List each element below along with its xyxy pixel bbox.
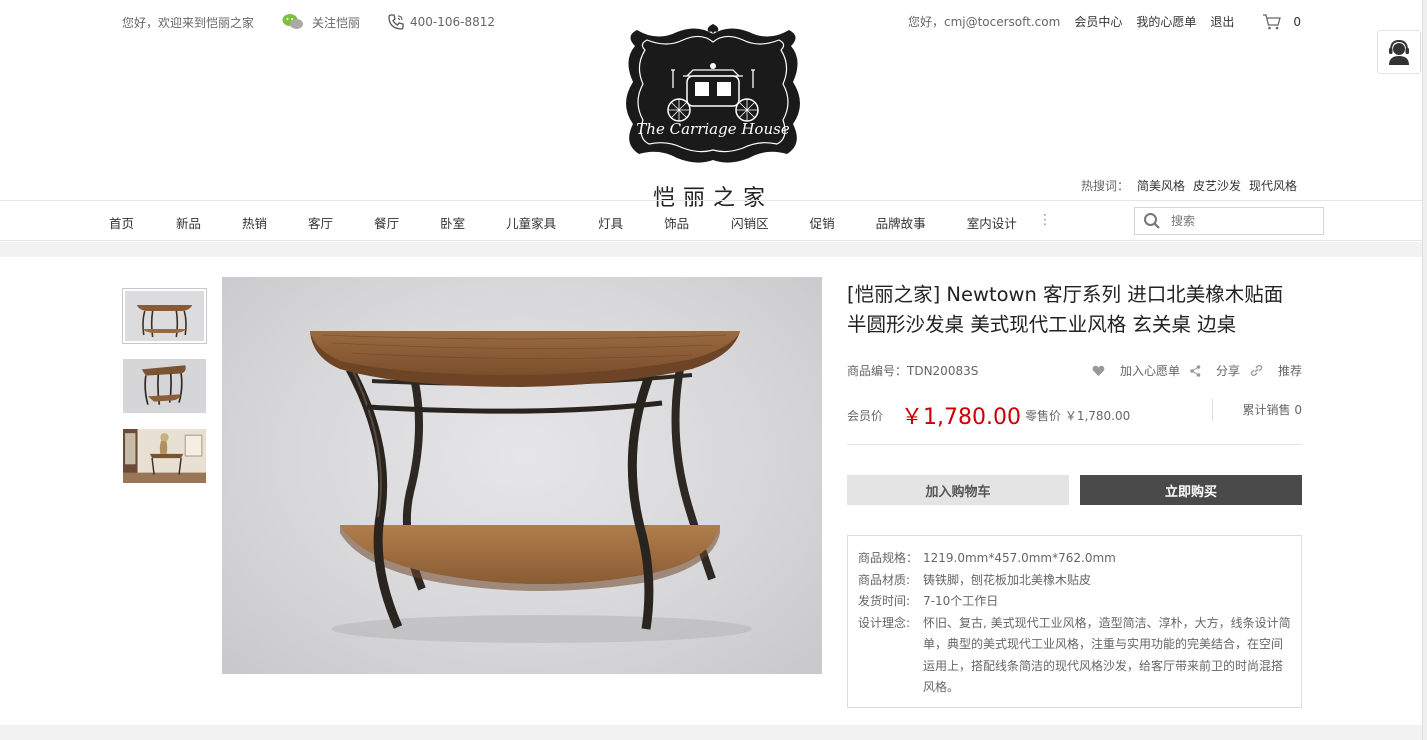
nav-item-bedroom[interactable]: 卧室 bbox=[440, 213, 465, 232]
hot-search-label: 热搜词： bbox=[1080, 179, 1129, 193]
member-center-link[interactable]: 会员中心 bbox=[1074, 13, 1122, 30]
headset-icon bbox=[1389, 39, 1409, 65]
main-nav: 首页 新品 热销 客厅 餐厅 卧室 儿童家具 灯具 饰品 闪销区 促销 品牌故事… bbox=[0, 200, 1422, 241]
topbar-left: 您好，欢迎来到恺丽之家 关注恺丽 400-106-8812 bbox=[122, 13, 523, 31]
sales-count: 累计销售 0 bbox=[1211, 399, 1302, 421]
spec-row: 设计理念: 怀旧、复古, 美式现代工业风格，造型简洁、淳朴，大方，线条设计简单，… bbox=[858, 615, 1291, 695]
heart-icon bbox=[1092, 365, 1105, 376]
window-scrollbar[interactable] bbox=[1422, 0, 1427, 740]
price-row: 会员价 ￥1,780.00 零售价 ￥1,780.00 累计销售 0 bbox=[847, 399, 1302, 445]
thumbnail-list bbox=[122, 288, 207, 498]
cart-icon bbox=[1263, 13, 1282, 29]
logout-link[interactable]: 退出 bbox=[1210, 13, 1234, 30]
member-price: ￥1,780.00 bbox=[901, 405, 1021, 430]
page: 您好，欢迎来到恺丽之家 关注恺丽 400-106-8812 您好，cmj@toc… bbox=[0, 0, 1427, 740]
nav-item-interior-design[interactable]: 室内设计 bbox=[967, 213, 1017, 232]
hot-search-term[interactable]: 现代风格 bbox=[1249, 177, 1297, 194]
link-icon bbox=[1250, 364, 1263, 377]
wishlist-link[interactable]: 我的心愿单 bbox=[1136, 13, 1196, 30]
thumbnail-2[interactable] bbox=[122, 358, 207, 414]
carriage-house-logo-emblem: The Carriage House bbox=[626, 24, 800, 163]
nav-item-flash-sale[interactable]: 闪销区 bbox=[731, 213, 769, 232]
spec-row: 商品规格： 1219.0mm*457.0mm*762.0mm bbox=[858, 551, 1116, 565]
nav-menu: 首页 新品 热销 客厅 餐厅 卧室 儿童家具 灯具 饰品 闪销区 促销 品牌故事… bbox=[109, 213, 1017, 232]
member-price-label: 会员价 bbox=[847, 409, 884, 423]
product-meta: 商品编号：TDN20083S 加入心愿单 分享 推荐 bbox=[847, 362, 1302, 379]
nav-item-hot[interactable]: 热销 bbox=[242, 213, 267, 232]
hot-search-term[interactable]: 皮艺沙发 bbox=[1193, 177, 1241, 194]
share-icon bbox=[1190, 364, 1201, 377]
product-info: [恺丽之家] Newtown 客厅系列 进口北美橡木贴面半圆形沙发桌 美式现代工… bbox=[847, 280, 1302, 708]
user-greeting: 您好，cmj@tocersoft.com bbox=[907, 15, 1061, 29]
footer-band bbox=[0, 725, 1422, 740]
console-table-image bbox=[310, 331, 752, 643]
hot-search: 热搜词： 简美风格 皮艺沙发 现代风格 bbox=[1081, 177, 1297, 194]
room-scene-thumbnail-image bbox=[123, 429, 206, 483]
nav-item-dining-room[interactable]: 餐厅 bbox=[374, 213, 399, 232]
wechat-icon bbox=[282, 14, 304, 29]
product-actions: 加入心愿单 分享 推荐 bbox=[1082, 362, 1302, 379]
cart-link[interactable]: 0 bbox=[1262, 13, 1301, 30]
table-thumbnail-image bbox=[125, 291, 204, 341]
hot-search-term[interactable]: 简美风格 bbox=[1137, 177, 1185, 194]
nav-item-decor[interactable]: 饰品 bbox=[664, 213, 689, 232]
nav-item-home[interactable]: 首页 bbox=[109, 213, 134, 232]
nav-item-lighting[interactable]: 灯具 bbox=[598, 213, 623, 232]
nav-item-living-room[interactable]: 客厅 bbox=[308, 213, 333, 232]
product-title: [恺丽之家] Newtown 客厅系列 进口北美橡木贴面半圆形沙发桌 美式现代工… bbox=[847, 283, 1284, 336]
product-sku: 商品编号：TDN20083S bbox=[847, 364, 979, 378]
nav-item-brand-story[interactable]: 品牌故事 bbox=[876, 213, 926, 232]
add-wishlist-button[interactable]: 加入心愿单 bbox=[1092, 362, 1180, 379]
spec-row: 发货时间: 7-10个工作日 bbox=[858, 594, 999, 608]
share-button[interactable]: 分享 bbox=[1190, 362, 1240, 379]
product-specs: 商品规格： 1219.0mm*457.0mm*762.0mm 商品材质: 铸铁脚… bbox=[847, 535, 1302, 708]
nav-item-kids[interactable]: 儿童家具 bbox=[506, 213, 556, 232]
topbar-right: 您好，cmj@tocersoft.com 会员中心 我的心愿单 退出 0 bbox=[908, 13, 1301, 30]
nav-item-new[interactable]: 新品 bbox=[176, 213, 201, 232]
purchase-buttons: 加入购物车 立即购买 bbox=[847, 475, 1302, 505]
search-input[interactable] bbox=[1171, 214, 1311, 228]
add-to-cart-button[interactable]: 加入购物车 bbox=[847, 475, 1069, 505]
search-box bbox=[1134, 207, 1324, 235]
search-icon bbox=[1144, 213, 1160, 229]
follow-wechat-link[interactable]: 关注恺丽 bbox=[282, 13, 360, 31]
customer-service-button[interactable] bbox=[1377, 30, 1421, 74]
recommend-button[interactable]: 推荐 bbox=[1250, 362, 1302, 379]
nav-item-promotion[interactable]: 促销 bbox=[810, 213, 835, 232]
spec-row: 商品材质: 铸铁脚，刨花板加北美橡木贴皮 bbox=[858, 572, 1092, 587]
section-divider bbox=[0, 242, 1422, 257]
cart-count: 0 bbox=[1293, 14, 1301, 29]
logo-script-text: The Carriage House bbox=[636, 120, 790, 138]
main-product-image[interactable] bbox=[222, 277, 822, 674]
buy-now-button[interactable]: 立即购买 bbox=[1080, 475, 1302, 505]
hotline: 400-106-8812 bbox=[388, 14, 495, 30]
phone-icon bbox=[388, 14, 404, 30]
thumbnail-1[interactable] bbox=[122, 288, 207, 344]
welcome-text: 您好，欢迎来到恺丽之家 bbox=[122, 15, 255, 30]
nav-more-button[interactable]: ⋮ bbox=[1038, 212, 1052, 228]
brand-logo[interactable]: The Carriage House 恺丽之家 bbox=[617, 20, 809, 211]
thumbnail-3[interactable] bbox=[122, 428, 207, 484]
retail-price: 零售价 ￥1,780.00 bbox=[1025, 409, 1131, 423]
table-angle-thumbnail-image bbox=[123, 359, 206, 413]
